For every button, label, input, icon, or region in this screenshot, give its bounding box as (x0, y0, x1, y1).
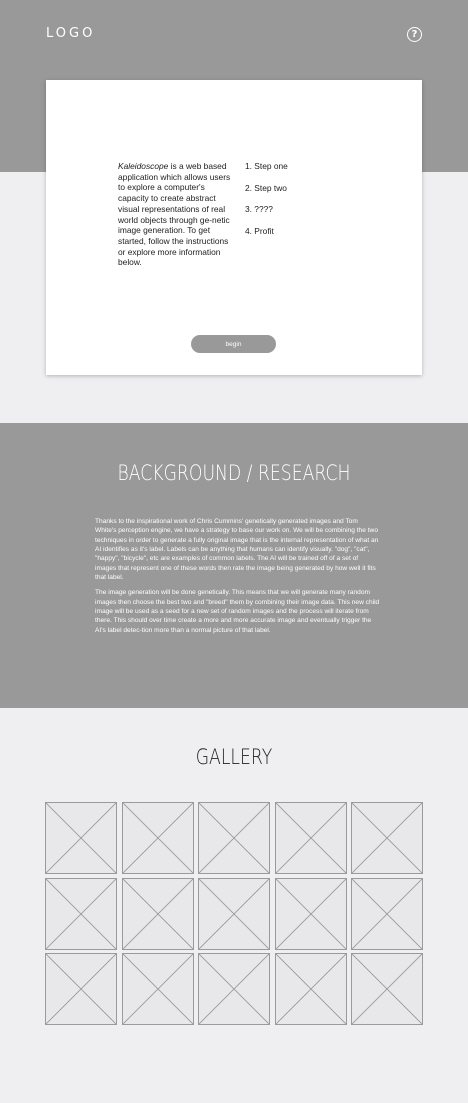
gallery-item[interactable] (45, 802, 117, 874)
gallery-item[interactable] (274, 877, 347, 950)
gallery-title: GALLERY (195, 745, 273, 769)
intro-body: is a web based application which allows … (118, 161, 231, 268)
step-item: 2. Step two (245, 182, 287, 193)
help-icon[interactable]: ? (407, 27, 422, 42)
gallery-grid (45, 802, 423, 1025)
research-paragraph: Thanks to the inspirational work of Chri… (95, 518, 379, 582)
intro-description: Kaleidoscope is a web based application … (118, 161, 233, 268)
gallery-item[interactable] (274, 953, 347, 1025)
image-placeholder-icon (46, 803, 116, 873)
image-placeholder-icon (199, 879, 269, 949)
image-placeholder-icon (352, 954, 422, 1024)
image-placeholder-icon (276, 803, 346, 873)
image-placeholder-icon (199, 803, 269, 873)
image-placeholder-icon (46, 879, 116, 949)
step-item: 1. Step one (245, 161, 288, 171)
image-placeholder-icon (46, 954, 116, 1024)
image-placeholder-icon (276, 879, 346, 949)
gallery-item[interactable] (198, 877, 270, 950)
image-placeholder-icon (123, 879, 193, 949)
gallery-item[interactable] (351, 953, 423, 1025)
gallery-item[interactable] (45, 877, 117, 950)
gallery-item[interactable] (198, 953, 270, 1025)
help-glyph: ? (411, 29, 418, 40)
gallery-item[interactable] (121, 802, 194, 874)
steps-list: 1. Step one 2. Step two 3. ???? 4. Profi… (245, 161, 288, 247)
research-body: Thanks to the inspirational work of Chri… (95, 517, 380, 635)
gallery-item[interactable] (274, 802, 347, 874)
research-title: BACKGROUND / RESEARCH (117, 461, 351, 485)
image-placeholder-icon (123, 803, 193, 873)
image-placeholder-icon (352, 879, 422, 949)
logo[interactable]: LOGO (46, 26, 95, 41)
page: LOGO ? Kaleidoscope is a web based appli… (0, 0, 468, 1103)
step-item: 3. ???? (245, 204, 273, 214)
app-name: Kaleidoscope (118, 161, 169, 171)
gallery-item[interactable] (351, 877, 423, 950)
research-paragraph: The image generation will be done geneti… (95, 589, 380, 634)
image-placeholder-icon (276, 954, 346, 1024)
image-placeholder-icon (123, 954, 193, 1024)
gallery-item[interactable] (351, 802, 423, 874)
gallery-item[interactable] (121, 877, 194, 950)
image-placeholder-icon (352, 803, 422, 873)
gallery-item[interactable] (121, 953, 194, 1025)
begin-button[interactable]: begin (191, 335, 276, 353)
gallery-item[interactable] (45, 953, 117, 1025)
image-placeholder-icon (199, 954, 269, 1024)
intro-card: Kaleidoscope is a web based application … (46, 80, 422, 375)
research-section: BACKGROUND / RESEARCH Thanks to the insp… (0, 423, 468, 708)
step-item: 4. Profit (245, 225, 274, 236)
gallery-item[interactable] (198, 802, 270, 874)
